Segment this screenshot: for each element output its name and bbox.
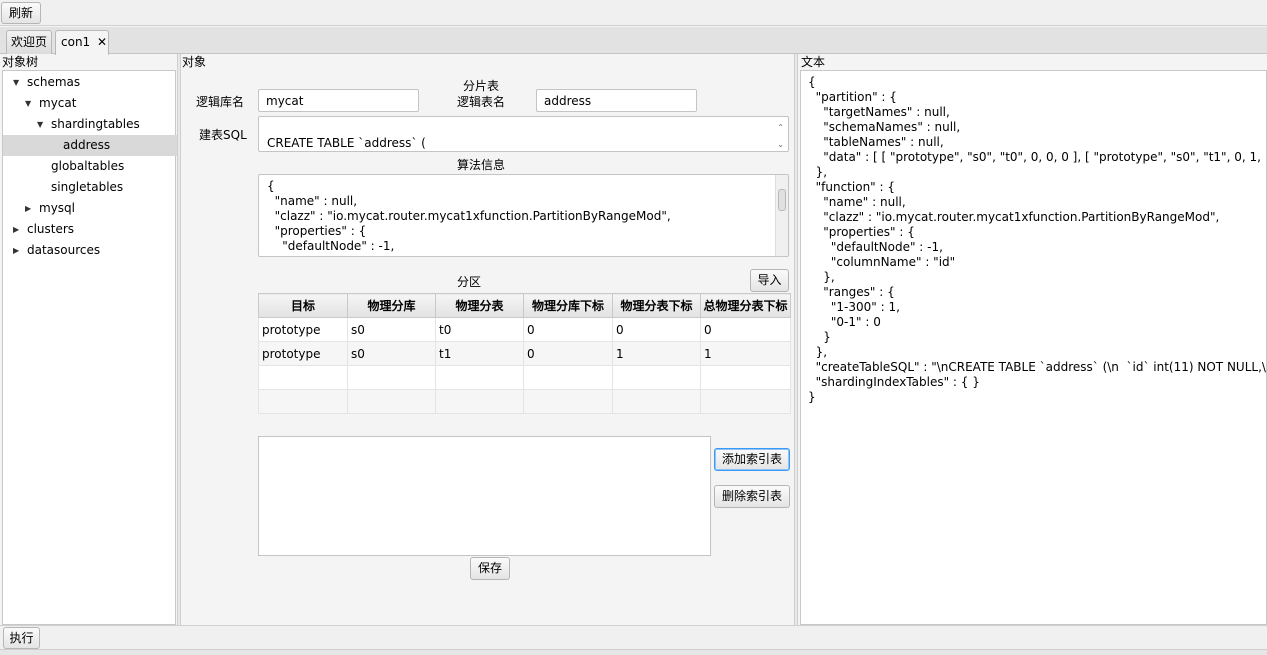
tree-item-mysql[interactable]: ▶ mysql: [3, 198, 177, 219]
status-strip: [0, 649, 1267, 655]
table-cell[interactable]: 1: [612, 341, 701, 366]
tab-con1[interactable]: con1 ✕: [55, 30, 109, 55]
tree-item-label: singletables: [51, 180, 124, 194]
tree-header: 对象树: [2, 55, 39, 69]
table-row-empty: [258, 365, 791, 390]
create-sql-textarea[interactable]: CREATE TABLE `address` ( ⌃ ⌄: [258, 116, 789, 152]
algorithm-textarea[interactable]: { "name" : null, "clazz" : "io.mycat.rou…: [258, 174, 789, 257]
shard-table-title: 分片表: [463, 79, 500, 93]
toolbar: 刷新: [0, 0, 1267, 26]
column-header[interactable]: 物理分表下标: [612, 293, 701, 318]
bottom-bar: 执行: [0, 625, 1267, 649]
scroll-up-icon[interactable]: ⌃: [777, 120, 784, 136]
column-header[interactable]: 总物理分表下标: [700, 293, 791, 318]
logical-table-input[interactable]: address: [536, 89, 697, 112]
close-icon[interactable]: ✕: [97, 35, 107, 49]
tree-item-clusters[interactable]: ▶ clusters: [3, 219, 177, 240]
object-header: 对象: [182, 55, 207, 69]
tree-item-mycat[interactable]: ▼ mycat: [3, 93, 177, 114]
object-tree: ▼ schemas ▼ mycat ▼ shardingtables addre…: [2, 70, 177, 625]
tree-item-label: datasources: [27, 243, 101, 257]
tree-item-shardingtables[interactable]: ▼ shardingtables: [3, 114, 177, 135]
tree-item-label: mysql: [39, 201, 75, 215]
tree-item-label: shardingtables: [51, 117, 140, 131]
algorithm-scrollbar[interactable]: [775, 175, 788, 256]
create-sql-label: 建表SQL: [199, 128, 247, 142]
text-area[interactable]: { "partition" : { "targetNames" : null, …: [800, 70, 1267, 625]
logical-db-label: 逻辑库名: [196, 95, 245, 109]
delete-index-table-button[interactable]: 删除索引表: [714, 485, 790, 508]
table-row-empty: [258, 389, 791, 414]
scroll-down-icon[interactable]: ⌄: [777, 137, 784, 153]
chevron-right-icon[interactable]: ▶: [13, 240, 19, 261]
column-header[interactable]: 物理分表: [435, 293, 524, 318]
table-cell[interactable]: prototype: [258, 317, 348, 342]
tree-item-globaltables[interactable]: globaltables: [3, 156, 177, 177]
table-cell[interactable]: s0: [347, 341, 436, 366]
table-row[interactable]: prototype s0 t1 0 1 1: [258, 341, 791, 366]
tree-item-schemas[interactable]: ▼ schemas: [3, 72, 177, 93]
table-cell[interactable]: t1: [435, 341, 524, 366]
save-button[interactable]: 保存: [470, 557, 510, 580]
refresh-button[interactable]: 刷新: [1, 2, 41, 24]
table-cell[interactable]: 0: [523, 317, 613, 342]
execute-button[interactable]: 执行: [3, 627, 40, 649]
text-header: 文本: [801, 55, 826, 69]
table-cell[interactable]: 0: [612, 317, 701, 342]
create-sql-text: CREATE TABLE `address` (: [267, 136, 426, 150]
partition-title: 分区: [457, 275, 482, 289]
tree-item-label: schemas: [27, 75, 81, 89]
tree-item-datasources[interactable]: ▶ datasources: [3, 240, 177, 261]
scroll-thumb[interactable]: [778, 189, 786, 211]
table-cell[interactable]: t0: [435, 317, 524, 342]
chevron-down-icon[interactable]: ▼: [13, 72, 19, 93]
column-header[interactable]: 目标: [258, 293, 348, 318]
tab-welcome-label: 欢迎页: [10, 35, 47, 49]
algorithm-text: { "name" : null, "clazz" : "io.mycat.rou…: [267, 179, 671, 253]
chevron-right-icon[interactable]: ▶: [13, 219, 19, 240]
partition-table: 目标 物理分库 物理分表 物理分库下标 物理分表下标 总物理分表下标 proto…: [258, 293, 791, 414]
chevron-right-icon[interactable]: ▶: [25, 198, 31, 219]
import-button[interactable]: 导入: [750, 269, 789, 292]
table-header-row: 目标 物理分库 物理分表 物理分库下标 物理分表下标 总物理分表下标: [258, 293, 791, 318]
tree-item-label: mycat: [39, 96, 77, 110]
tree-item-label: globaltables: [51, 159, 125, 173]
chevron-down-icon[interactable]: ▼: [37, 114, 43, 135]
table-row[interactable]: prototype s0 t0 0 0 0: [258, 317, 791, 342]
add-index-table-button[interactable]: 添加索引表: [714, 448, 790, 471]
table-cell[interactable]: s0: [347, 317, 436, 342]
text-content: { "partition" : { "targetNames" : null, …: [808, 75, 1266, 404]
split-divider[interactable]: [177, 54, 181, 625]
table-cell[interactable]: 1: [700, 341, 791, 366]
tree-item-address[interactable]: address: [3, 135, 177, 156]
logical-db-input[interactable]: mycat: [258, 89, 419, 112]
table-cell[interactable]: prototype: [258, 341, 348, 366]
column-header[interactable]: 物理分库: [347, 293, 436, 318]
split-divider-right[interactable]: [794, 54, 798, 625]
tab-welcome[interactable]: 欢迎页: [6, 30, 52, 54]
tree-item-label: clusters: [27, 222, 75, 236]
index-table-list[interactable]: [258, 436, 711, 556]
table-cell[interactable]: 0: [523, 341, 613, 366]
tab-con1-label: con1: [61, 35, 91, 49]
table-cell[interactable]: 0: [700, 317, 791, 342]
tree-item-singletables[interactable]: singletables: [3, 177, 177, 198]
tree-item-label: address: [63, 138, 111, 152]
algorithm-title: 算法信息: [457, 158, 506, 172]
logical-table-label: 逻辑表名: [457, 95, 506, 109]
chevron-down-icon[interactable]: ▼: [25, 93, 31, 114]
column-header[interactable]: 物理分库下标: [523, 293, 613, 318]
tab-bar: 欢迎页 con1 ✕: [0, 27, 1267, 55]
